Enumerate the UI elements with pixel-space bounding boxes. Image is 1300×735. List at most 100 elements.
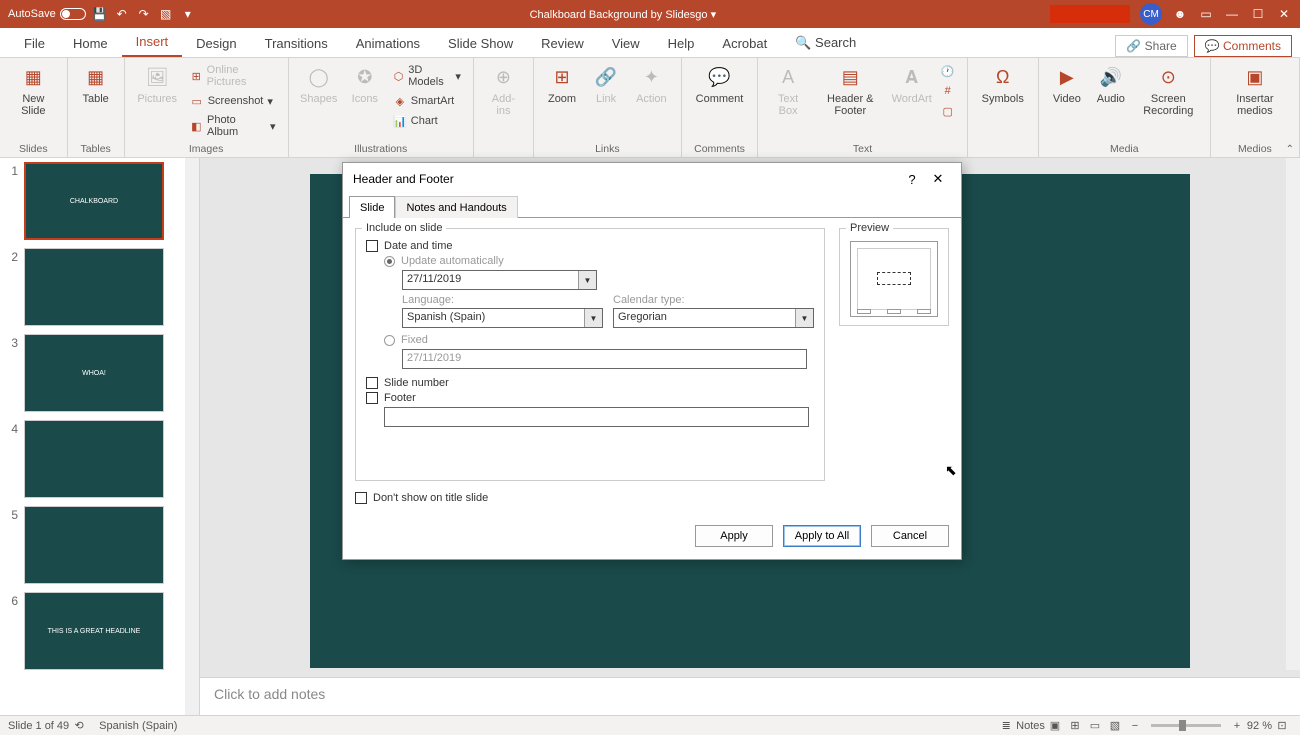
comments-button[interactable]: 💬 Comments (1194, 35, 1292, 57)
language-combo[interactable]: Spanish (Spain)▼ (402, 308, 603, 328)
dont-show-checkbox[interactable] (355, 492, 367, 504)
date-time-button[interactable]: 🕐 (937, 62, 959, 80)
view-sorter-icon[interactable]: ⊞ (1065, 719, 1085, 732)
user-avatar[interactable]: CM (1140, 3, 1162, 25)
zoom-level[interactable]: 92 % (1247, 720, 1272, 732)
addins-button[interactable]: ⊕Add- ins (482, 62, 525, 119)
notes-toggle[interactable]: ≣ (996, 719, 1016, 732)
notes-input[interactable]: Click to add notes (200, 677, 1300, 715)
zoom-slider[interactable] (1151, 724, 1221, 727)
status-bar: Slide 1 of 49 ⟲ Spanish (Spain) ≣ Notes … (0, 715, 1300, 735)
save-icon[interactable]: 💾 (92, 6, 108, 22)
insertar-medios-button[interactable]: ▣Insertar medios (1219, 62, 1291, 119)
object-button[interactable]: ▢ (937, 102, 959, 120)
notes-label[interactable]: Notes (1016, 720, 1045, 732)
fixed-radio[interactable] (384, 335, 395, 346)
pictures-button[interactable]: 🖼Pictures (133, 62, 182, 107)
audio-button[interactable]: 🔊Audio (1091, 62, 1131, 107)
thumb-5[interactable] (24, 506, 164, 584)
shapes-button[interactable]: ◯Shapes (297, 62, 341, 107)
date-time-checkbox[interactable] (366, 240, 378, 252)
account-area[interactable] (1050, 5, 1130, 23)
editor-scrollbar[interactable] (1286, 158, 1300, 670)
apply-all-button[interactable]: Apply to All (783, 525, 861, 547)
collapse-ribbon-icon[interactable]: ⌃ (1286, 144, 1294, 155)
thumb-3[interactable]: WHOA! (24, 334, 164, 412)
zoom-out-icon[interactable]: − (1125, 720, 1145, 732)
search-button[interactable]: 🔍 Search (781, 29, 870, 57)
dialog-tab-slide[interactable]: Slide (349, 196, 395, 218)
close-icon[interactable]: ✕ (1276, 6, 1292, 22)
date-format-combo[interactable]: 27/11/2019▼ (402, 270, 597, 290)
update-auto-radio[interactable] (384, 256, 395, 267)
thumb-4[interactable] (24, 420, 164, 498)
footer-input[interactable] (384, 407, 809, 427)
autosave-label: AutoSave (8, 8, 56, 20)
status-language[interactable]: Spanish (Spain) (99, 720, 177, 732)
tab-transitions[interactable]: Transitions (251, 30, 342, 57)
autosave-toggle[interactable]: AutoSave (8, 8, 86, 20)
dialog-tab-notes[interactable]: Notes and Handouts (395, 196, 517, 218)
table-button[interactable]: ▦Table (76, 62, 116, 107)
header-footer-button[interactable]: ▤Header & Footer (814, 62, 887, 119)
view-slideshow-icon[interactable]: ▧ (1105, 719, 1125, 732)
fit-window-icon[interactable]: ⊡ (1272, 719, 1292, 732)
icons-button[interactable]: ✪Icons (345, 62, 385, 107)
tab-file[interactable]: File (10, 30, 59, 57)
thumb-6[interactable]: THIS IS A GREAT HEADLINE (24, 592, 164, 670)
online-pictures-button[interactable]: ⊞Online Pictures (186, 62, 280, 90)
new-slide-button[interactable]: ▦New Slide (8, 62, 59, 119)
screenshot-button[interactable]: ▭Screenshot ▾ (186, 92, 280, 110)
tab-acrobat[interactable]: Acrobat (708, 30, 781, 57)
header-footer-dialog: Header and Footer ? ✕ Slide Notes and Ha… (342, 162, 962, 560)
slideshow-start-icon[interactable]: ▧ (158, 6, 174, 22)
tab-view[interactable]: View (598, 30, 654, 57)
slide-number-checkbox[interactable] (366, 377, 378, 389)
footer-checkbox[interactable] (366, 392, 378, 404)
smartart-button[interactable]: ◈SmartArt (389, 92, 465, 110)
qat-more-icon[interactable]: ▾ (180, 6, 196, 22)
textbox-button[interactable]: AText Box (766, 62, 810, 119)
slide-number-button[interactable]: # (937, 82, 959, 100)
wordart-button[interactable]: 𝐀WordArt (891, 62, 933, 107)
thumb-2[interactable] (24, 248, 164, 326)
tab-help[interactable]: Help (654, 30, 709, 57)
tab-animations[interactable]: Animations (342, 30, 434, 57)
share-button[interactable]: 🔗 Share (1115, 35, 1187, 57)
chart-button[interactable]: 📊Chart (389, 112, 465, 130)
tab-insert[interactable]: Insert (122, 28, 183, 57)
action-button[interactable]: ✦Action (630, 62, 673, 107)
fixed-date-input[interactable]: 27/11/2019 (402, 349, 807, 369)
zoom-in-icon[interactable]: + (1227, 720, 1247, 732)
comment-button[interactable]: 💬Comment (690, 62, 750, 107)
thumbs-scrollbar[interactable] (185, 158, 199, 715)
tab-slideshow[interactable]: Slide Show (434, 30, 527, 57)
redo-icon[interactable]: ↷ (136, 6, 152, 22)
tab-review[interactable]: Review (527, 30, 598, 57)
calendar-combo[interactable]: Gregorian▼ (613, 308, 814, 328)
tab-design[interactable]: Design (182, 30, 250, 57)
cancel-button[interactable]: Cancel (871, 525, 949, 547)
view-reading-icon[interactable]: ▭ (1085, 719, 1105, 732)
video-button[interactable]: ▶Video (1047, 62, 1087, 107)
thumb-1[interactable]: CHALKBOARD (24, 162, 164, 240)
dialog-close-icon[interactable]: ✕ (925, 171, 951, 187)
accessibility-icon[interactable]: ⟲ (69, 719, 89, 732)
fixed-label: Fixed (401, 334, 428, 346)
undo-icon[interactable]: ↶ (114, 6, 130, 22)
maximize-icon[interactable]: ☐ (1250, 6, 1266, 22)
dialog-help-icon[interactable]: ? (899, 172, 925, 187)
ribbon-display-icon[interactable]: ▭ (1198, 6, 1214, 22)
3d-models-button[interactable]: ⬡3D Models ▾ (389, 62, 465, 90)
zoom-button[interactable]: ⊞Zoom (542, 62, 582, 107)
symbols-button[interactable]: ΩSymbols (976, 62, 1030, 107)
view-normal-icon[interactable]: ▣ (1045, 719, 1065, 732)
group-images: Images (133, 143, 280, 155)
photo-album-button[interactable]: ◧Photo Album ▾ (186, 112, 280, 140)
screen-recording-button[interactable]: ⊙Screen Recording (1135, 62, 1202, 119)
link-button[interactable]: 🔗Link (586, 62, 626, 107)
face-icon[interactable]: ☻ (1172, 6, 1188, 22)
tab-home[interactable]: Home (59, 30, 122, 57)
apply-button[interactable]: Apply (695, 525, 773, 547)
minimize-icon[interactable]: — (1224, 6, 1240, 22)
